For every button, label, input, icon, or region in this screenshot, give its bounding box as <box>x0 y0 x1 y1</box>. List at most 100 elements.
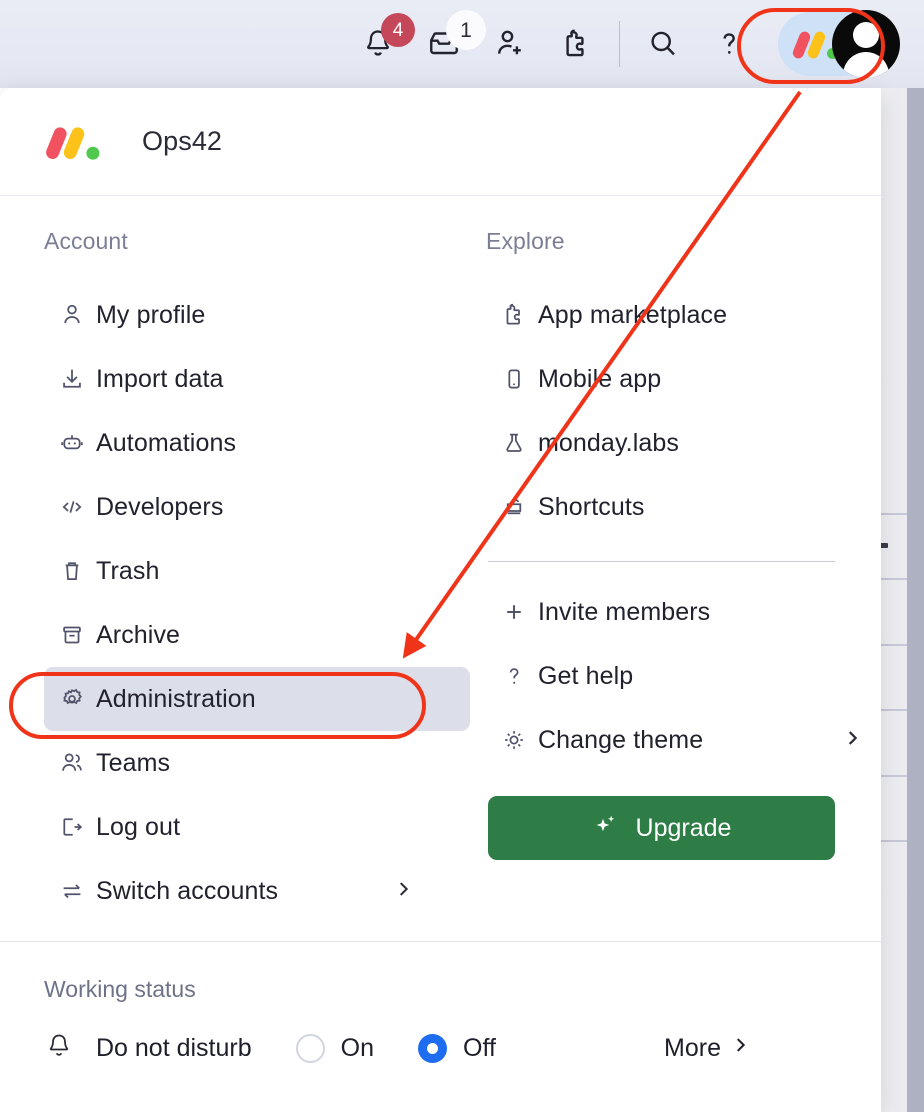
menu-item-label: Import data <box>96 364 224 393</box>
menu-item-label: Get help <box>538 661 634 690</box>
background-row-divider <box>877 840 907 842</box>
more-button[interactable]: More <box>664 1034 837 1063</box>
help-button[interactable] <box>696 14 762 74</box>
menu-item-change-theme[interactable]: Change theme <box>484 708 881 772</box>
upgrade-label: Upgrade <box>635 813 732 842</box>
menu-item-label: My profile <box>96 300 206 329</box>
sparkle-icon <box>592 811 620 846</box>
background-row-divider <box>877 775 907 777</box>
code-icon <box>58 492 96 522</box>
working-status-title: Working status <box>44 976 196 1002</box>
user-plus-icon <box>498 30 521 55</box>
sun-icon <box>500 725 538 755</box>
menu-item-label: Teams <box>96 748 171 777</box>
menu-item-label: Invite members <box>538 597 711 626</box>
menu-item-get-help[interactable]: Get help <box>484 644 881 708</box>
dnd-option-off[interactable]: Off <box>418 1034 496 1063</box>
explore-section-title: Explore <box>486 228 565 254</box>
question-mark-icon <box>723 33 735 54</box>
account-section-title: Account <box>44 228 128 254</box>
radio-button[interactable] <box>295 1034 325 1063</box>
question-mark-icon <box>500 661 538 691</box>
logout-icon <box>58 812 96 842</box>
apps-button[interactable] <box>543 14 609 74</box>
menu-item-label: Automations <box>96 428 237 457</box>
background-row-divider <box>877 578 907 580</box>
archive-icon <box>58 620 96 650</box>
menu-item-label: Switch accounts <box>96 876 279 905</box>
avatar <box>832 10 900 78</box>
menu-item-label: Shortcuts <box>538 492 645 521</box>
explore-divider <box>488 561 835 562</box>
menu-item-monday-labs[interactable]: monday.labs <box>484 411 881 475</box>
bell-icon <box>44 1031 74 1066</box>
user-avatar-menu-button[interactable] <box>778 10 900 78</box>
more-label: More <box>664 1034 721 1062</box>
menu-item-automations[interactable]: Automations <box>44 411 470 475</box>
menu-item-switch-accounts[interactable]: Switch accounts <box>44 859 470 923</box>
gear-icon <box>58 684 96 714</box>
background-row-divider <box>877 644 907 646</box>
people-icon <box>58 748 96 778</box>
workspace-header: Ops42 <box>0 88 881 196</box>
menu-item-teams[interactable]: Teams <box>44 731 470 795</box>
background-row-divider <box>877 513 907 515</box>
chevron-right-icon <box>729 1034 751 1063</box>
plus-icon <box>500 597 538 627</box>
puzzle-icon <box>566 29 584 57</box>
mobile-icon <box>500 364 538 394</box>
keyboard-icon <box>500 492 538 522</box>
menu-item-log-out[interactable]: Log out <box>44 795 470 859</box>
switch-arrows-icon <box>58 876 96 906</box>
explore-column: Explore App marketplace Mobile app monda… <box>470 228 881 923</box>
menu-item-label: Trash <box>96 556 160 585</box>
background-row-divider <box>877 709 907 711</box>
top-navigation-bar: 4 1 <box>0 0 924 88</box>
inbox-button[interactable]: 1 <box>411 10 486 74</box>
monday-logo-icon <box>44 124 104 161</box>
menu-item-archive[interactable]: Archive <box>44 603 470 667</box>
menu-item-invite-members[interactable]: Invite members <box>484 580 881 644</box>
notifications-badge: 4 <box>381 13 415 47</box>
menu-item-trash[interactable]: Trash <box>44 539 470 603</box>
menu-item-mobile-app[interactable]: Mobile app <box>484 347 881 411</box>
menu-item-my-profile[interactable]: My profile <box>44 283 470 347</box>
working-status-row: Do not disturb On Off More <box>44 1031 837 1066</box>
radio-button[interactable] <box>418 1034 447 1063</box>
menu-item-shortcuts[interactable]: Shortcuts <box>484 475 881 539</box>
menu-item-label: monday.labs <box>538 428 679 457</box>
upgrade-button[interactable]: Upgrade <box>488 796 835 860</box>
toolbar-divider <box>619 21 620 67</box>
do-not-disturb-label: Do not disturb <box>96 1034 252 1062</box>
user-account-dropdown-menu: Ops42 Account My profile Import data Aut… <box>0 88 881 1112</box>
menu-item-administration[interactable]: Administration <box>44 667 470 731</box>
search-button[interactable] <box>630 14 696 74</box>
menu-columns: Account My profile Import data Automatio… <box>0 196 881 923</box>
robot-icon <box>58 428 96 458</box>
radio-label: On <box>340 1034 374 1062</box>
menu-item-label: Change theme <box>538 725 704 754</box>
chevron-right-icon <box>841 727 863 754</box>
menu-item-label: Log out <box>96 812 181 841</box>
account-column: Account My profile Import data Automatio… <box>0 228 470 923</box>
screen: 4 1 Ops42 Account My profile Import data… <box>0 0 924 1112</box>
dnd-option-on[interactable]: On <box>295 1034 374 1063</box>
chevron-right-icon <box>392 878 414 905</box>
workspace-title: Ops42 <box>142 126 223 156</box>
menu-item-label: Archive <box>96 620 181 649</box>
menu-item-import-data[interactable]: Import data <box>44 347 470 411</box>
menu-item-label: App marketplace <box>538 300 728 329</box>
flask-icon <box>500 428 538 458</box>
vertical-scrollbar[interactable] <box>907 85 924 1112</box>
menu-item-developers[interactable]: Developers <box>44 475 470 539</box>
person-icon <box>58 300 96 330</box>
menu-item-label: Mobile app <box>538 364 662 393</box>
notifications-button[interactable]: 4 <box>345 13 415 74</box>
puzzle-icon <box>500 300 538 330</box>
invite-members-button[interactable] <box>477 14 543 74</box>
menu-item-label: Administration <box>96 684 256 713</box>
radio-label: Off <box>463 1034 496 1062</box>
download-icon <box>58 364 96 394</box>
menu-item-app-marketplace[interactable]: App marketplace <box>484 283 881 347</box>
working-status-section: Working status Do not disturb On Off Mor… <box>0 941 881 1112</box>
